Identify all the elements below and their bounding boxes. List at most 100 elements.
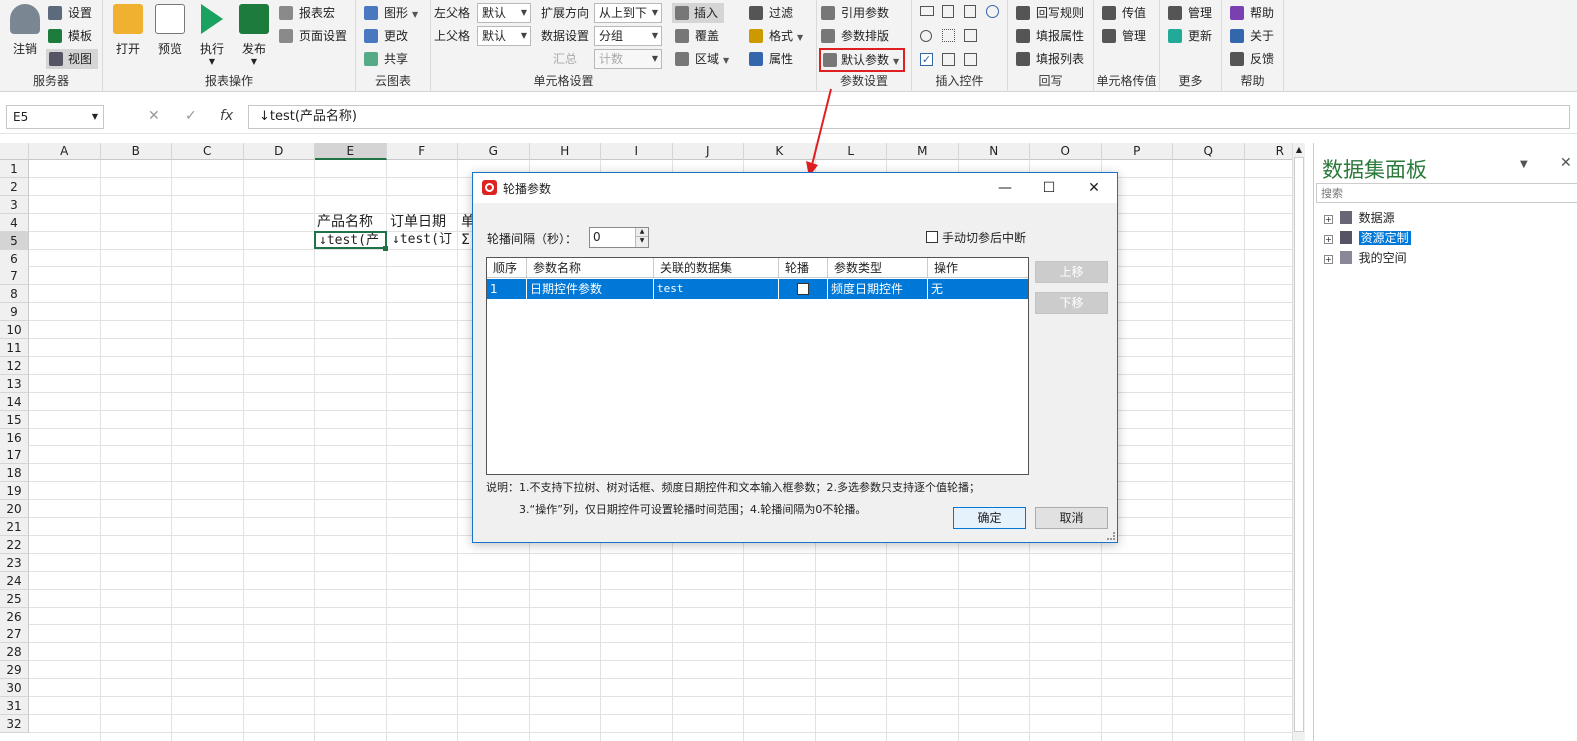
column-header[interactable]: A [29, 143, 101, 160]
row-header[interactable]: 18 [0, 464, 29, 483]
tree-control-icon[interactable] [942, 29, 955, 42]
vertical-scrollbar[interactable]: ▲ [1292, 143, 1305, 741]
tree-item-my-space[interactable]: + 我的空间 [1324, 249, 1407, 267]
clock-control-icon[interactable] [986, 5, 999, 18]
row-header[interactable]: 1 [0, 160, 29, 178]
row-header[interactable]: 19 [0, 482, 29, 501]
default-param-button[interactable]: 默认参数 ▼ [819, 48, 906, 72]
row-header[interactable]: 27 [0, 625, 29, 644]
row-header[interactable]: 29 [0, 661, 29, 680]
column-header[interactable]: P [1102, 143, 1173, 160]
cover-button[interactable]: 覆盖 [675, 26, 719, 46]
column-header[interactable]: Q [1173, 143, 1245, 160]
close-button[interactable]: ✕ [1074, 177, 1114, 199]
row-header[interactable]: 13 [0, 374, 29, 393]
left-parent-select[interactable]: 默认 ▼ [477, 3, 531, 23]
cell-f5[interactable]: ↓test(订 [392, 231, 460, 249]
execute-button[interactable]: 执行 ▼ [191, 4, 233, 66]
filter-button[interactable]: 过滤 [749, 3, 793, 23]
row-header[interactable]: 8 [0, 285, 29, 304]
page-setup-button[interactable]: 页面设置 [279, 26, 347, 46]
move-down-button[interactable]: 下移 [1035, 292, 1108, 314]
data-setting-select[interactable]: 分组 ▼ [594, 26, 662, 46]
cell-pass-manage-button[interactable]: 管理 [1102, 26, 1146, 46]
open-button[interactable]: 打开 [107, 4, 149, 57]
pass-value-button[interactable]: 传值 [1102, 3, 1146, 23]
cell-f4[interactable]: 订单日期 [390, 213, 460, 231]
row-header[interactable]: 16 [0, 428, 29, 447]
expand-dir-select[interactable]: 从上到下 ▼ [594, 3, 662, 23]
update-button[interactable]: 更新 [1168, 26, 1212, 46]
template-button[interactable]: 模板 [48, 26, 92, 46]
row-header[interactable]: 25 [0, 589, 29, 608]
change-button[interactable]: 更改 [364, 26, 408, 46]
row-header[interactable]: 10 [0, 321, 29, 340]
pick-control-icon[interactable] [964, 53, 977, 66]
carousel-checkbox[interactable] [797, 283, 809, 295]
ref-param-button[interactable]: 引用参数 [821, 3, 889, 23]
row-header[interactable]: 14 [0, 392, 29, 411]
expand-plus-icon[interactable]: + [1324, 215, 1333, 224]
row-header[interactable]: 15 [0, 410, 29, 429]
summary-select[interactable]: 计数 ▼ [594, 49, 662, 69]
maximize-button[interactable]: ☐ [1029, 177, 1069, 199]
column-header[interactable]: O [1030, 143, 1102, 160]
col-header-param-name[interactable]: 参数名称 [527, 258, 654, 278]
share-button[interactable]: 共享 [364, 49, 408, 69]
minimize-button[interactable]: — [985, 177, 1025, 199]
formula-input[interactable]: ↓test(产品名称) [248, 105, 1570, 129]
column-header[interactable]: H [530, 143, 601, 160]
param-table[interactable]: 顺序 参数名称 关联的数据集 轮播 参数类型 操作 1 日期控件参数 test … [486, 257, 1029, 475]
property-button[interactable]: 属性 [749, 49, 793, 69]
fill-property-button[interactable]: 填报属性 [1016, 26, 1084, 46]
tree-item-datasource[interactable]: + 数据源 [1324, 209, 1395, 227]
row-header[interactable]: 11 [0, 339, 29, 357]
col-header-param-type[interactable]: 参数类型 [828, 258, 928, 278]
shape-button[interactable]: 图形 ▼ [364, 3, 418, 23]
row-header[interactable]: 9 [0, 303, 29, 322]
spin-up-icon[interactable]: ▲ [635, 228, 648, 237]
expand-plus-icon[interactable]: + [1324, 255, 1333, 264]
insert-button[interactable]: 插入 [672, 3, 725, 23]
row-header[interactable]: 32 [0, 714, 29, 733]
panel-close-icon[interactable]: ✕ [1560, 155, 1572, 171]
column-header[interactable]: G [458, 143, 530, 160]
param-layout-button[interactable]: 参数排版 [821, 26, 889, 46]
expand-plus-icon[interactable]: + [1324, 235, 1333, 244]
ok-button[interactable]: 确定 [953, 507, 1026, 529]
row-header[interactable]: 7 [0, 267, 29, 286]
spin-down-icon[interactable]: ▼ [635, 237, 648, 247]
row-header[interactable]: 23 [0, 553, 29, 572]
combo-control-icon[interactable] [964, 29, 977, 42]
cancel-button[interactable]: 取消 [1035, 507, 1108, 529]
row-header[interactable]: 3 [0, 195, 29, 214]
feedback-button[interactable]: 反馈 [1230, 49, 1274, 69]
tree-item-resource-custom[interactable]: + 资源定制 [1324, 229, 1411, 247]
row-header[interactable]: 5 [0, 231, 29, 250]
region-button[interactable]: 区域 ▼ [675, 49, 729, 69]
preview-button[interactable]: 预览 [149, 4, 191, 57]
fx-button[interactable]: fx [220, 108, 233, 124]
col-header-order[interactable]: 顺序 [487, 258, 527, 278]
column-header[interactable]: F [387, 143, 458, 160]
cell-operation[interactable]: 无 [928, 279, 1028, 299]
row-header[interactable]: 12 [0, 356, 29, 375]
row-header[interactable]: 17 [0, 446, 29, 465]
scroll-up-icon[interactable]: ▲ [1293, 145, 1305, 154]
panel-search-input[interactable] [1316, 183, 1577, 203]
row-header[interactable]: 4 [0, 213, 29, 232]
row-header[interactable]: 22 [0, 535, 29, 554]
grid-control-icon[interactable] [942, 53, 955, 66]
column-header[interactable]: I [601, 143, 673, 160]
name-box[interactable]: E5 ▼ [6, 105, 104, 129]
column-header[interactable]: N [959, 143, 1030, 160]
select-all-corner[interactable] [0, 143, 29, 160]
scroll-thumb[interactable] [1294, 157, 1304, 732]
cell-e4[interactable]: 产品名称 [317, 213, 387, 231]
top-parent-select[interactable]: 默认 ▼ [477, 26, 531, 46]
textbox-control-icon[interactable] [920, 6, 934, 16]
list-control-icon[interactable] [942, 5, 954, 18]
checkbox-control-icon[interactable]: ✓ [920, 53, 933, 66]
column-header[interactable]: E [315, 143, 387, 160]
column-header[interactable]: R [1245, 143, 1293, 160]
